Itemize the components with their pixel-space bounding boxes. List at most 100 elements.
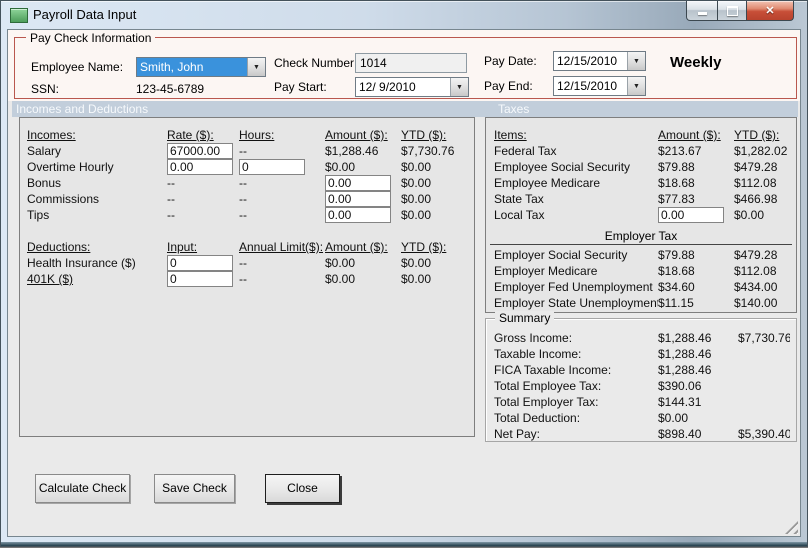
taxes-panel: Items: Amount ($): YTD ($): Federal Tax $213… (485, 117, 797, 313)
table-input[interactable]: 0.00 (658, 207, 724, 223)
table-cell: $34.60 (658, 280, 695, 294)
table-cell: Items: (494, 128, 527, 142)
table-cell: Taxable Income: (494, 347, 582, 361)
table-cell: Federal Tax (494, 144, 557, 158)
table-cell: Amount ($): (325, 128, 388, 142)
table-input[interactable]: 67000.00 (167, 143, 233, 159)
table-cell: -- (239, 208, 247, 222)
table-cell: $1,288.46 (658, 347, 712, 361)
table-cell: $144.31 (658, 395, 702, 409)
table-cell: YTD ($): (401, 128, 447, 142)
app-icon (10, 8, 28, 23)
table-cell: -- (239, 144, 247, 158)
pay-start-datepicker[interactable]: 12/ 9/2010 ▼ (355, 77, 469, 97)
table-cell: Net Pay: (494, 427, 541, 441)
minimize-button[interactable] (686, 1, 718, 21)
table-cell: Bonus (27, 176, 62, 190)
table-cell: -- (239, 176, 247, 190)
table-cell: FICA Taxable Income: (494, 363, 612, 377)
maximize-icon (726, 5, 738, 16)
pay-date-datepicker[interactable]: 12/15/2010 ▼ (553, 51, 646, 71)
table-input[interactable]: 0.00 (167, 159, 233, 175)
employer-tax-header: Employer Tax (490, 229, 792, 245)
table-cell: -- (167, 208, 175, 222)
group-label: Pay Check Information (26, 31, 156, 45)
table-cell: $5,390.40 (738, 427, 790, 441)
table-cell: Employer Medicare (494, 264, 598, 278)
table-cell: -- (167, 192, 175, 206)
chevron-down-icon[interactable]: ▼ (247, 58, 265, 76)
table-cell: -- (239, 192, 247, 206)
table-cell: Employer State Unemployment (494, 296, 658, 310)
table-cell: $0.00 (658, 411, 689, 425)
table-cell: $7,730.76 (738, 331, 790, 345)
pay-end-datepicker[interactable]: 12/15/2010 ▼ (553, 76, 646, 96)
table-cell: Local Tax (494, 208, 545, 222)
maximize-button[interactable] (718, 1, 747, 21)
minimize-icon (697, 12, 707, 15)
table-input[interactable]: 0 (167, 255, 233, 271)
table-cell: Employee Medicare (494, 176, 601, 190)
calculate-check-button[interactable]: Calculate Check (35, 474, 130, 503)
table-input[interactable]: 0 (167, 271, 233, 287)
title-bar[interactable]: Payroll Data Input ✕ (1, 1, 807, 29)
table-cell: $1,288.46 (658, 331, 712, 345)
summary-table: Gross Income: $1,288.46 $7,730.76 Taxable I… (494, 331, 790, 443)
pay-end-value: 12/15/2010 (557, 79, 618, 93)
table-cell: $213.67 (658, 144, 702, 158)
ssn-value: 123-45-6789 (136, 82, 205, 96)
chevron-down-icon[interactable]: ▼ (627, 77, 645, 95)
table-cell: $0.00 (401, 272, 432, 286)
table-cell: Total Employer Tax: (494, 395, 599, 409)
summary-group: Summary Gross Income: $1,288.46 $7,730.76 T… (485, 311, 797, 443)
table-cell: -- (239, 256, 247, 270)
pay-date-value: 12/15/2010 (557, 54, 618, 68)
income-table: Incomes: Rate ($): Hours: Amount ($): YTD ($… (27, 128, 467, 224)
table-cell: $112.08 (734, 176, 777, 190)
check-number-field[interactable]: 1014 (355, 53, 467, 73)
table-input[interactable]: 0.00 (325, 207, 391, 223)
table-cell: YTD ($): (734, 128, 780, 142)
employee-name-label: Employee Name: (31, 60, 124, 74)
table-input[interactable]: 0.00 (325, 175, 391, 191)
table-cell: $7,730.76 (401, 144, 455, 158)
table-cell: YTD ($): (401, 240, 447, 254)
save-check-button[interactable]: Save Check (154, 474, 235, 503)
table-cell: $0.00 (325, 272, 356, 286)
table-cell: Total Employee Tax: (494, 379, 602, 393)
table-input[interactable]: 0 (239, 159, 305, 175)
table-cell: State Tax (494, 192, 544, 206)
employee-name-combobox[interactable]: Smith, John ▼ (136, 57, 266, 77)
pay-date-label: Pay Date: (484, 54, 537, 68)
table-input[interactable]: 0.00 (325, 191, 391, 207)
table-cell: $140.00 (734, 296, 778, 310)
table-cell: -- (167, 176, 175, 190)
chevron-down-icon[interactable]: ▼ (450, 78, 468, 96)
pay-start-value: 12/ 9/2010 (359, 80, 416, 94)
table-cell: $11.15 (658, 296, 694, 310)
close-button[interactable]: ✕ (747, 1, 794, 21)
table-cell: $77.83 (658, 192, 695, 206)
deduction-table: Deductions: Input: Annual Limit($): Amount … (27, 240, 467, 288)
resize-grip[interactable] (785, 521, 798, 534)
table-cell: Salary (27, 144, 62, 158)
table-cell: Gross Income: (494, 331, 573, 345)
paycheck-info-group: Pay Check Information Employee Name: Smi… (14, 31, 797, 99)
table-cell: $0.00 (325, 256, 356, 270)
table-cell: $0.00 (401, 192, 432, 206)
close-check-button[interactable]: Close (265, 474, 340, 503)
table-cell: Commissions (27, 192, 100, 206)
table-cell: $434.00 (734, 280, 778, 294)
window-bottom-edge (1, 542, 807, 546)
table-cell: $0.00 (401, 256, 432, 270)
table-cell: $0.00 (401, 208, 432, 222)
summary-label: Summary (495, 311, 555, 325)
table-cell: Deductions: (27, 240, 91, 254)
pay-end-label: Pay End: (484, 79, 533, 93)
incomes-section-header: Incomes and Deductions (16, 102, 149, 116)
table-cell: $390.06 (658, 379, 702, 393)
chevron-down-icon[interactable]: ▼ (627, 52, 645, 70)
employer-tax-table: Employer Social Security $79.88 $479.28 Emp… (494, 248, 790, 312)
taxes-section-header: Taxes (498, 102, 530, 116)
table-cell: $479.28 (734, 160, 778, 174)
